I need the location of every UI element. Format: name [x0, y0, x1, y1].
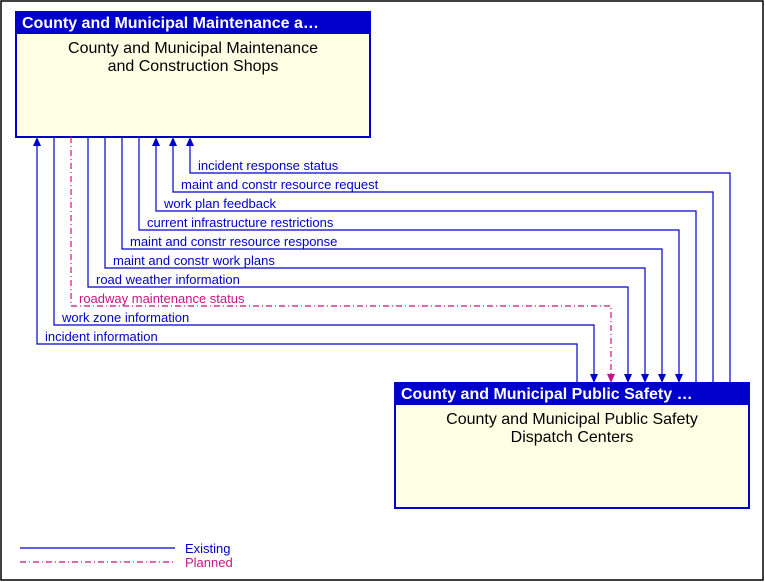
entity-maintenance-shops[interactable]: County and Municipal Maintenance a… Coun…	[16, 12, 370, 137]
entity-title-line: County and Municipal Public Safety	[446, 411, 698, 428]
flow-maint-and-constr-work-plans: maint and constr work plans	[105, 137, 649, 383]
flow-label: incident information	[45, 329, 158, 344]
entity-title-line: and Construction Shops	[108, 58, 279, 75]
flow-label: incident response status	[198, 158, 339, 173]
flow-label: roadway maintenance status	[79, 291, 245, 306]
entity-title-line: Dispatch Centers	[511, 429, 634, 446]
flow-label: maint and constr resource response	[130, 234, 337, 249]
flow-label: road weather information	[96, 272, 240, 287]
flow-label: work zone information	[61, 310, 189, 325]
entity-dispatch-centers[interactable]: County and Municipal Public Safety … Cou…	[395, 383, 749, 508]
flow-label: maint and constr work plans	[113, 253, 275, 268]
architecture-diagram: County and Municipal Maintenance a… Coun…	[0, 0, 765, 582]
legend-existing-label: Existing	[185, 541, 231, 556]
flow-label: current infrastructure restrictions	[147, 215, 334, 230]
entity-title-line: County and Municipal Maintenance	[68, 40, 318, 57]
flow-label: work plan feedback	[163, 196, 277, 211]
flows-group: incident response status maint and constr…	[33, 137, 730, 383]
entity-header: County and Municipal Maintenance a…	[22, 15, 319, 32]
flow-label: maint and constr resource request	[181, 177, 379, 192]
legend-planned-label: Planned	[185, 555, 233, 570]
entity-header: County and Municipal Public Safety …	[401, 386, 693, 403]
legend: Existing Planned	[20, 541, 233, 570]
